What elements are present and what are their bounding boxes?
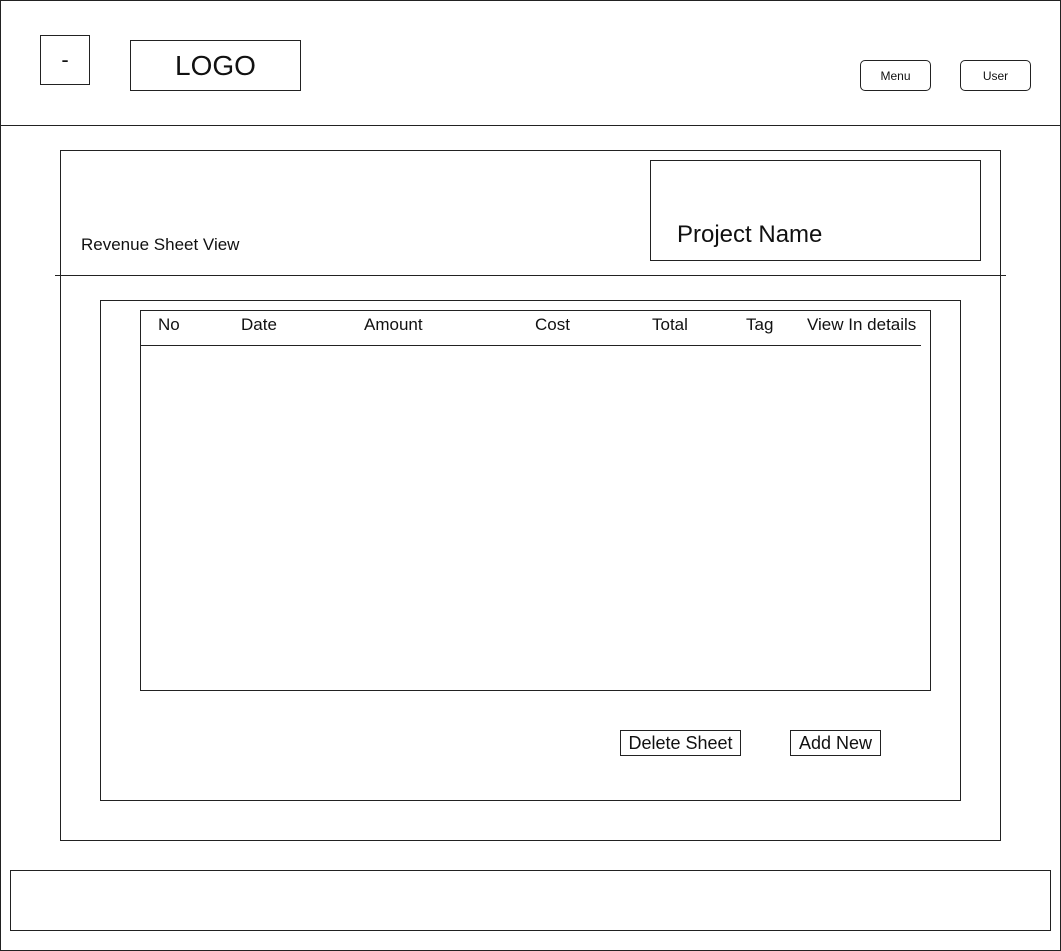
add-new-button-label: Add New [798, 732, 873, 753]
menu-button[interactable]: Menu [860, 60, 931, 91]
page-title: Revenue Sheet View [81, 235, 240, 254]
sidebar-toggle-button[interactable]: - [40, 35, 90, 85]
user-button[interactable]: User [960, 60, 1031, 91]
table-header-divider [140, 345, 921, 346]
column-header-view-in-details[interactable]: View In details [807, 315, 916, 335]
footer [10, 870, 1051, 931]
title-divider [55, 275, 1006, 276]
revenue-table [140, 310, 931, 691]
toggle-button-label: - [61, 47, 69, 72]
user-button-label: User [982, 68, 1009, 83]
column-header-no[interactable]: No [158, 315, 180, 335]
column-header-cost[interactable]: Cost [535, 315, 570, 335]
delete-sheet-button-label: Delete Sheet [628, 732, 733, 753]
delete-sheet-button[interactable]: Delete Sheet [620, 730, 741, 756]
column-header-date[interactable]: Date [241, 315, 277, 335]
column-header-amount[interactable]: Amount [364, 315, 423, 335]
project-name: Project Name [677, 221, 823, 248]
logo-text: LOGO [175, 49, 256, 81]
header-divider [0, 125, 1061, 126]
menu-button-label: Menu [880, 68, 911, 83]
add-new-button[interactable]: Add New [790, 730, 881, 756]
logo: LOGO [130, 40, 301, 91]
column-header-tag[interactable]: Tag [746, 315, 773, 335]
column-header-total[interactable]: Total [652, 315, 688, 335]
